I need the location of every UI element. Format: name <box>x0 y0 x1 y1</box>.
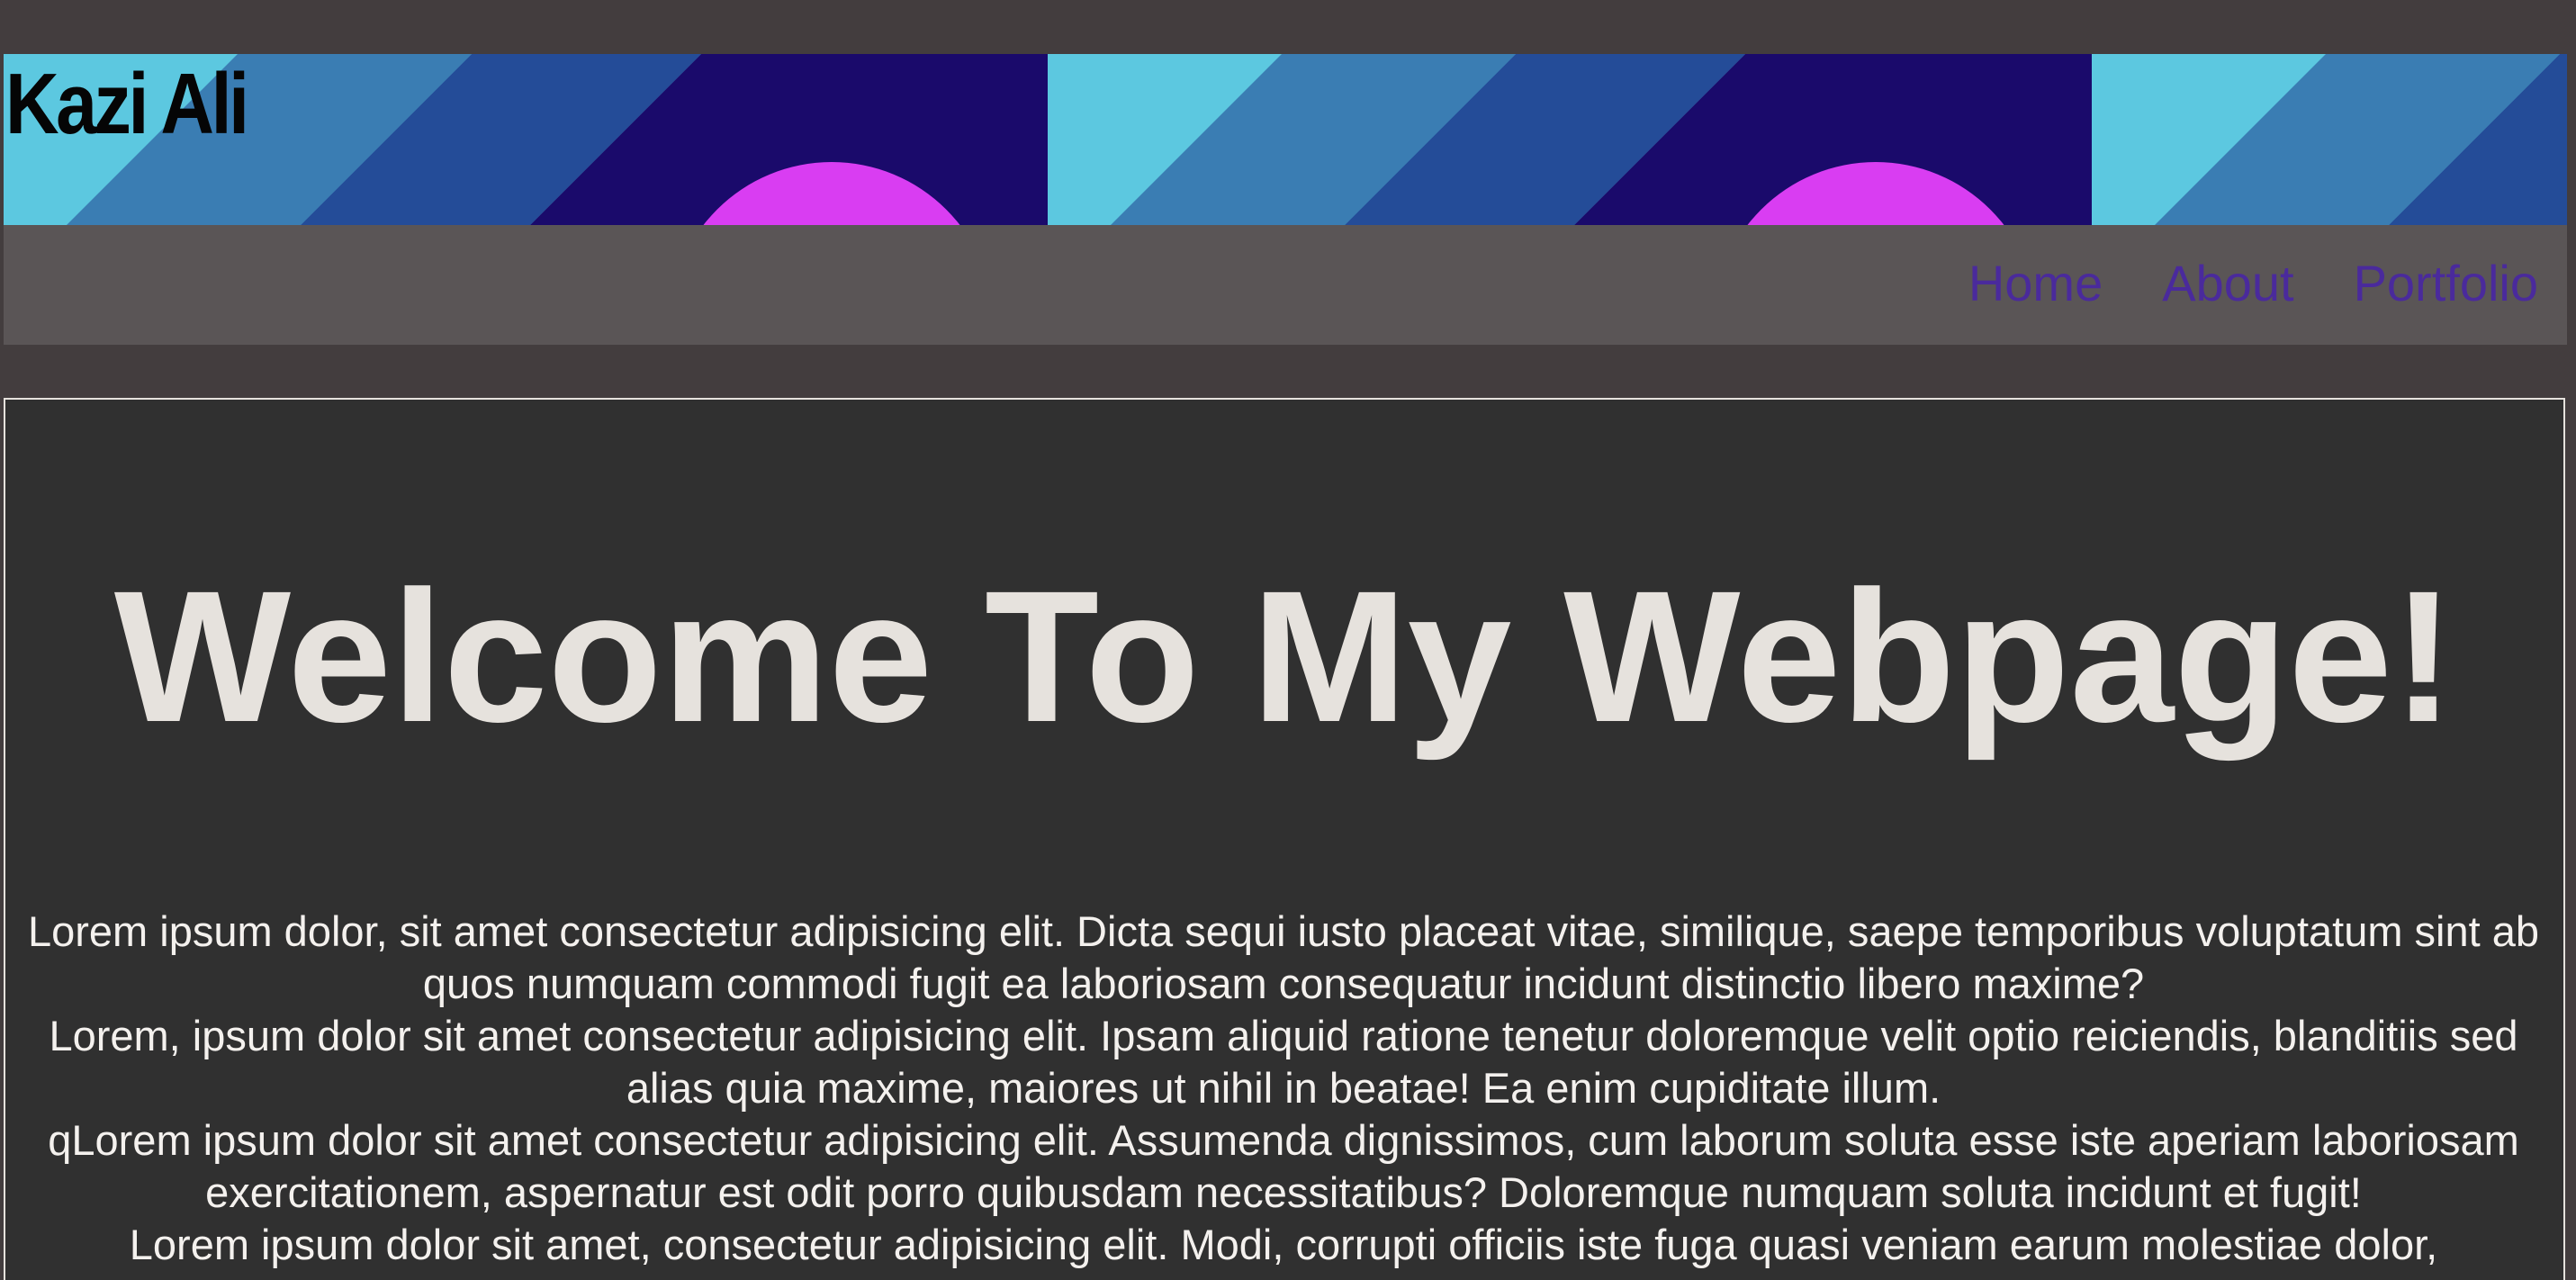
nav-menu: Home About Portfolio <box>1968 252 2538 315</box>
nav-item-portfolio: Portfolio <box>2354 252 2538 315</box>
paragraph: Lorem ipsum dolor, sit amet consectetur … <box>27 907 2540 1007</box>
intro-text: Lorem ipsum dolor, sit amet consectetur … <box>9 906 2558 1271</box>
welcome-heading: Welcome To My Webpage! <box>113 553 2455 762</box>
nav-item-about: About <box>2162 252 2293 315</box>
banner-pattern <box>4 54 2567 225</box>
nav-bar: Home About Portfolio <box>4 225 2567 345</box>
nav-link-portfolio[interactable]: Portfolio <box>2354 255 2538 311</box>
nav-link-home[interactable]: Home <box>1968 255 2103 311</box>
paragraph: Lorem, ipsum dolor sit amet consectetur … <box>49 1012 2518 1112</box>
page: Kazi Ali Home About Portfolio Welcome To… <box>0 0 2576 1280</box>
nav-item-home: Home <box>1968 252 2103 315</box>
paragraph: Lorem ipsum dolor sit amet, consectetur … <box>129 1221 2438 1268</box>
main-content: Welcome To My Webpage! Lorem ipsum dolor… <box>4 398 2565 1280</box>
header-banner: Kazi Ali <box>4 54 2567 225</box>
site-title: Kazi Ali <box>5 56 249 152</box>
paragraph: qLorem ipsum dolor sit amet consectetur … <box>48 1116 2519 1216</box>
nav-link-about[interactable]: About <box>2162 255 2293 311</box>
